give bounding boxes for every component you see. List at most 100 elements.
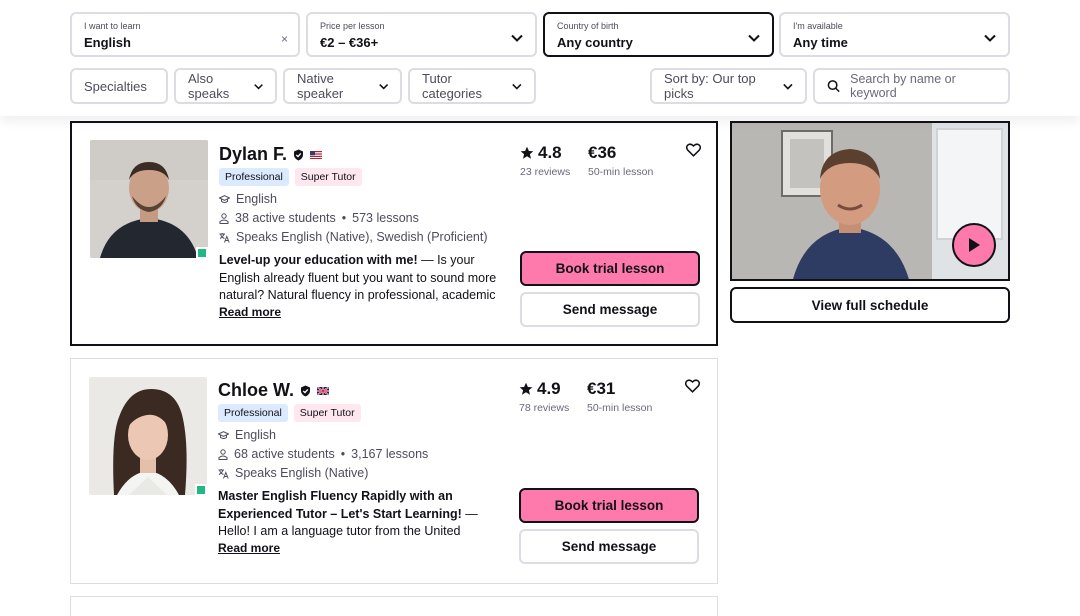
price-value: €31: [587, 379, 616, 398]
badges: Professional Super Tutor: [219, 168, 362, 186]
book-trial-button[interactable]: Book trial lesson: [520, 251, 700, 286]
tutor-description: Level-up your education with me! — Is yo…: [219, 252, 504, 304]
play-button[interactable]: [952, 223, 996, 267]
languages-row: Speaks English (Native): [218, 464, 428, 483]
chevron-down-icon: [984, 34, 996, 42]
verified-icon: [301, 385, 310, 396]
translate-icon: [218, 469, 229, 479]
learn-filter[interactable]: I want to learn English ×: [70, 12, 300, 57]
star-icon: [520, 146, 534, 159]
search-placeholder: Search by name or keyword: [850, 72, 956, 100]
tutor-card[interactable]: Chloe W. Professional Super Tutor Englis…: [70, 358, 718, 584]
rating-block: 4.9 78 reviews: [519, 379, 569, 414]
tutor-categories-dropdown[interactable]: Tutor categories: [408, 68, 536, 104]
clear-icon[interactable]: ×: [281, 32, 288, 46]
graduation-cap-icon: [219, 195, 230, 203]
active-students: 68 active students: [234, 447, 335, 461]
speaks: Speaks English (Native), Swedish (Profic…: [236, 230, 488, 244]
description-headline: Level-up your education with me!: [219, 253, 418, 267]
sort-dropdown[interactable]: Sort by: Our top picks: [650, 68, 807, 104]
review-count: 23 reviews: [520, 166, 571, 178]
tutor-name[interactable]: Chloe W.: [218, 380, 294, 401]
also-speaks-dropdown[interactable]: Also speaks: [174, 68, 277, 104]
chevron-down-icon: [783, 83, 793, 90]
tutor-card[interactable]: Dylan F. Professional Super Tutor Englis…: [70, 121, 718, 346]
avatar-photo: [89, 377, 207, 495]
country-filter-label: Country of birth: [557, 21, 619, 31]
students-row: 68 active students • 3,167 lessons: [218, 445, 428, 464]
send-message-button[interactable]: Send message: [520, 292, 700, 327]
subject: English: [235, 428, 276, 442]
availability-filter-value: Any time: [793, 35, 848, 50]
country-filter-value: Any country: [557, 35, 633, 50]
search-input[interactable]: Search by name or keyword: [813, 68, 1010, 104]
learn-filter-label: I want to learn: [84, 21, 141, 31]
read-more-link[interactable]: Read more: [219, 305, 281, 319]
learn-filter-value: English: [84, 35, 131, 50]
tutor-categories-label: Tutor categories: [422, 71, 482, 101]
country-filter[interactable]: Country of birth Any country: [543, 12, 774, 57]
also-speaks-label: Also speaks: [188, 71, 230, 101]
translate-icon: [219, 233, 230, 243]
rating-value: 4.8: [538, 143, 562, 162]
speaks: Speaks English (Native): [235, 466, 369, 480]
price-filter-value: €2 – €36+: [320, 35, 379, 50]
avatar-photo: [90, 140, 208, 258]
subject: English: [236, 192, 277, 206]
lesson-duration: 50-min lesson: [587, 402, 653, 414]
tutor-card[interactable]: [70, 596, 718, 616]
native-speaker-dropdown[interactable]: Native speaker: [283, 68, 402, 104]
online-indicator: [196, 247, 208, 259]
professional-badge: Professional: [218, 404, 288, 422]
user-icon: [219, 213, 229, 224]
tutor-meta: English 68 active students • 3,167 lesso…: [218, 426, 428, 483]
heart-icon[interactable]: [685, 379, 700, 393]
book-trial-button[interactable]: Book trial lesson: [519, 488, 699, 523]
review-count: 78 reviews: [519, 402, 570, 414]
us-flag-icon: [310, 150, 323, 159]
price-value: €36: [588, 143, 617, 162]
search-icon: [827, 80, 840, 93]
read-more-link[interactable]: Read more: [218, 541, 280, 555]
filter-bar: I want to learn English × Price per less…: [0, 0, 1080, 116]
tutor-meta: English 38 active students • 573 lessons…: [219, 190, 488, 247]
super-tutor-badge: Super Tutor: [294, 168, 362, 186]
super-tutor-badge: Super Tutor: [293, 404, 361, 422]
uk-flag-icon: [317, 386, 329, 395]
specialties-dropdown[interactable]: Specialties: [70, 68, 168, 104]
avatar[interactable]: [89, 377, 207, 495]
chevron-down-icon: [254, 83, 263, 89]
video-preview[interactable]: [730, 121, 1010, 281]
lessons-count: 3,167 lessons: [351, 447, 429, 461]
send-message-button[interactable]: Send message: [519, 529, 699, 564]
specialties-label: Specialties: [84, 78, 147, 94]
separator-dot: •: [340, 447, 346, 461]
graduation-cap-icon: [218, 431, 229, 439]
chevron-down-icon: [378, 83, 388, 90]
active-students: 38 active students: [235, 211, 336, 225]
chevron-down-icon: [512, 83, 522, 90]
rating-value: 4.9: [537, 379, 561, 398]
price-filter[interactable]: Price per lesson €2 – €36+: [306, 12, 537, 57]
native-speaker-label: Native speaker: [297, 71, 344, 101]
online-indicator: [195, 484, 207, 496]
sort-label: Sort by: Our top picks: [664, 71, 756, 101]
tutor-name-row: Dylan F.: [219, 144, 323, 165]
play-icon: [969, 238, 980, 252]
heart-icon[interactable]: [686, 143, 701, 157]
students-row: 38 active students • 573 lessons: [219, 209, 488, 228]
avatar[interactable]: [90, 140, 208, 258]
availability-filter[interactable]: I'm available Any time: [779, 12, 1010, 57]
chevron-down-icon: [511, 34, 523, 42]
badges: Professional Super Tutor: [218, 404, 361, 422]
price-block: €36 50-min lesson: [588, 143, 653, 178]
price-filter-label: Price per lesson: [320, 21, 385, 31]
tutor-name[interactable]: Dylan F.: [219, 144, 287, 165]
view-schedule-button[interactable]: View full schedule: [730, 287, 1010, 323]
star-icon: [519, 382, 533, 395]
chevron-down-icon: [748, 34, 760, 42]
availability-filter-label: I'm available: [793, 21, 843, 31]
rating-block: 4.8 23 reviews: [520, 143, 570, 178]
user-icon: [218, 449, 228, 460]
description-headline: Master English Fluency Rapidly with an E…: [218, 489, 462, 521]
